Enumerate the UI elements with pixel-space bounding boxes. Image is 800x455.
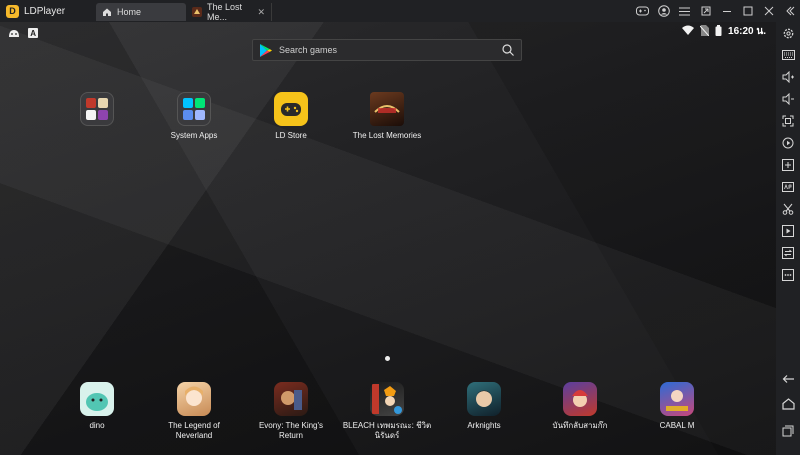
tab-home[interactable]: Home bbox=[96, 3, 186, 21]
status-time: 16:20 น. bbox=[728, 26, 766, 37]
title-bar: D LDPlayer Home The Lost Me... ✕ bbox=[0, 0, 800, 22]
tab-close-icon[interactable]: ✕ bbox=[257, 7, 265, 18]
fullscreen-icon[interactable] bbox=[781, 114, 795, 128]
bleach-game-icon bbox=[370, 382, 404, 416]
app-label: บันทึกลับสามก๊ก bbox=[552, 421, 608, 430]
home-icon bbox=[102, 7, 112, 17]
dock-app-arknights[interactable]: Arknights bbox=[439, 382, 529, 431]
svg-text:A: A bbox=[30, 29, 36, 38]
search-placeholder: Search games bbox=[279, 45, 338, 55]
back-icon[interactable] bbox=[781, 372, 795, 386]
desktop-folder-games[interactable] bbox=[52, 92, 142, 131]
menu-icon[interactable] bbox=[674, 0, 695, 22]
screenshot-scissors-icon[interactable] bbox=[781, 202, 795, 216]
no-sim-icon bbox=[699, 24, 710, 39]
android-screen: A 16:20 น. Search games System Apps LD S… bbox=[0, 22, 776, 455]
robot-icon bbox=[8, 25, 20, 43]
app-label: Evony: The King's Return bbox=[258, 421, 324, 440]
dock-app-evony[interactable]: Evony: The King's Return bbox=[246, 382, 336, 441]
tab-home-label: Home bbox=[117, 7, 142, 17]
cabal-m-game-icon bbox=[660, 382, 694, 416]
wifi-icon bbox=[682, 25, 695, 38]
ld-store-icon bbox=[274, 92, 308, 126]
dock-app-legend-of-neverland[interactable]: The Legend of Neverland bbox=[149, 382, 239, 441]
more-icon[interactable] bbox=[781, 268, 795, 282]
desktop-the-lost-memories[interactable]: The Lost Memories bbox=[342, 92, 432, 141]
app-logo: D LDPlayer bbox=[6, 4, 96, 18]
dock-app-three-kingdoms[interactable]: บันทึกลับสามก๊ก bbox=[535, 382, 625, 431]
tab-the-lost-memories[interactable]: The Lost Me... ✕ bbox=[186, 2, 272, 22]
app-label: Arknights bbox=[467, 421, 501, 430]
app-label: BLEACH เทพมรณะ: ชีวิตนิรันดร์ bbox=[342, 421, 432, 440]
desktop-ld-store[interactable]: LD Store bbox=[246, 92, 336, 141]
install-apk-icon[interactable] bbox=[781, 158, 795, 172]
gamepad-icon[interactable] bbox=[632, 0, 653, 22]
search-icon[interactable] bbox=[502, 44, 514, 56]
neverland-game-icon bbox=[177, 382, 211, 416]
game-tab-icon bbox=[192, 7, 202, 17]
maximize-icon[interactable] bbox=[737, 0, 758, 22]
apk-file-icon[interactable] bbox=[781, 180, 795, 194]
app-label: The Legend of Neverland bbox=[168, 421, 220, 440]
arknights-game-icon bbox=[467, 382, 501, 416]
minimize-icon[interactable] bbox=[716, 0, 737, 22]
account-icon[interactable] bbox=[653, 0, 674, 22]
keyboard-mapping-icon[interactable] bbox=[781, 48, 795, 62]
settings-icon[interactable] bbox=[781, 26, 795, 40]
right-toolbar bbox=[776, 22, 800, 455]
app-label: The Lost Memories bbox=[352, 131, 422, 140]
app-label: CABAL M bbox=[659, 421, 695, 430]
three-kingdoms-game-icon bbox=[563, 382, 597, 416]
games-folder-icon bbox=[80, 92, 114, 126]
app-label: System Apps bbox=[170, 131, 218, 140]
lost-memories-game-icon bbox=[370, 92, 404, 126]
window-controls bbox=[632, 0, 800, 22]
app-label: dino bbox=[89, 421, 105, 430]
tab-game-label: The Lost Me... bbox=[207, 2, 243, 22]
system-apps-folder-icon bbox=[177, 92, 211, 126]
keyboard-a-icon: A bbox=[28, 25, 38, 43]
recent-apps-icon[interactable] bbox=[781, 424, 795, 438]
video-record-icon[interactable] bbox=[781, 224, 795, 238]
page-indicator bbox=[385, 356, 390, 361]
status-bar: A 16:20 น. bbox=[0, 22, 776, 40]
pin-icon[interactable] bbox=[695, 0, 716, 22]
operation-record-icon[interactable] bbox=[781, 136, 795, 150]
sync-icon[interactable] bbox=[781, 246, 795, 260]
home-button-icon[interactable] bbox=[781, 397, 795, 411]
app-label: LD Store bbox=[275, 131, 307, 140]
ldplayer-logo-icon: D bbox=[6, 4, 19, 18]
close-icon[interactable] bbox=[758, 0, 779, 22]
dock-app-cabal-m[interactable]: CABAL M bbox=[632, 382, 722, 431]
dock-app-bleach[interactable]: BLEACH เทพมรณะ: ชีวิตนิรันดร์ bbox=[342, 382, 432, 441]
dock-app-dino[interactable]: dino bbox=[52, 382, 142, 431]
app-name: LDPlayer bbox=[24, 5, 66, 17]
dino-game-icon bbox=[80, 382, 114, 416]
play-store-icon bbox=[260, 43, 272, 57]
desktop-system-apps[interactable]: System Apps bbox=[149, 92, 239, 141]
collapse-sidebar-icon[interactable] bbox=[779, 0, 800, 22]
evony-game-icon bbox=[274, 382, 308, 416]
volume-down-icon[interactable] bbox=[781, 92, 795, 106]
search-bar[interactable]: Search games bbox=[252, 39, 522, 61]
volume-up-icon[interactable] bbox=[781, 70, 795, 84]
battery-icon bbox=[715, 24, 722, 39]
